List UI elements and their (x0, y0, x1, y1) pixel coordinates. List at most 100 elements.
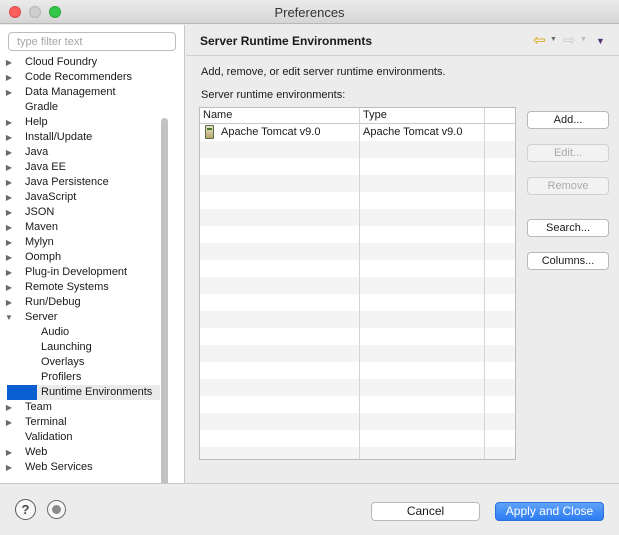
apply-and-close-button[interactable]: Apply and Close (495, 502, 604, 521)
edit-button[interactable]: Edit... (527, 144, 609, 162)
column-header-type[interactable]: Type (363, 109, 387, 121)
collapsed-arrow-icon[interactable]: ▶ (4, 250, 14, 265)
tree-item-remote-systems[interactable]: ▶ Remote Systems (0, 280, 160, 295)
tree-item-label: Overlays (41, 356, 85, 368)
collapsed-arrow-icon[interactable]: ▶ (4, 175, 14, 190)
tree-item-help[interactable]: ▶ Help (0, 115, 160, 130)
collapsed-arrow-icon[interactable]: ▶ (4, 145, 14, 160)
tree-item-profilers[interactable]: Profilers (0, 370, 160, 385)
tree-item-label: Java (25, 146, 49, 158)
tree-item-label: Code Recommenders (25, 71, 132, 83)
table-row[interactable] (200, 192, 515, 209)
collapsed-arrow-icon[interactable]: ▶ (4, 85, 14, 100)
tree-item-run-debug[interactable]: ▶ Run/Debug (0, 295, 160, 310)
column-header-name[interactable]: Name (203, 109, 232, 121)
tree-item-team[interactable]: ▶ Team (0, 400, 160, 415)
table-row[interactable] (200, 379, 515, 396)
help-icon[interactable]: ? (15, 499, 36, 520)
collapsed-arrow-icon[interactable]: ▶ (4, 280, 14, 295)
collapsed-arrow-icon[interactable]: ▶ (4, 445, 14, 460)
forward-arrow-icon[interactable]: ⇨ (563, 31, 576, 49)
table-row[interactable]: Apache Tomcat v9.0 Apache Tomcat v9.0 (200, 124, 515, 141)
column-divider[interactable] (359, 108, 360, 459)
tree-item-launching[interactable]: Launching (0, 340, 160, 355)
page-content: Add, remove, or edit server runtime envi… (186, 57, 619, 483)
tree-item-install-update[interactable]: ▶ Install/Update (0, 130, 160, 145)
collapsed-arrow-icon[interactable]: ▶ (4, 55, 14, 70)
table-row[interactable] (200, 243, 515, 260)
tree-item-code-recommenders[interactable]: ▶ Code Recommenders (0, 70, 160, 85)
tree-item-java-persistence[interactable]: ▶ Java Persistence (0, 175, 160, 190)
back-history-dropdown-icon[interactable]: ▼ (550, 36, 557, 43)
collapsed-arrow-icon[interactable]: ▶ (4, 205, 14, 220)
collapsed-arrow-icon[interactable]: ▶ (4, 265, 14, 280)
search-button[interactable]: Search... (527, 219, 609, 237)
tree-vertical-scrollbar[interactable] (161, 118, 168, 495)
table-row[interactable] (200, 447, 515, 459)
collapsed-arrow-icon[interactable]: ▶ (4, 460, 14, 475)
table-row[interactable] (200, 430, 515, 447)
tree-item-label: JavaScript (25, 191, 77, 203)
view-menu-icon[interactable]: ▼ (596, 36, 605, 46)
tree-item-plug-in-development[interactable]: ▶ Plug-in Development (0, 265, 160, 280)
collapsed-arrow-icon[interactable]: ▶ (4, 295, 14, 310)
tree-item-oomph[interactable]: ▶ Oomph (0, 250, 160, 265)
tree-item-web-services[interactable]: ▶ Web Services (0, 460, 160, 475)
tree-item-java[interactable]: ▶ Java (0, 145, 160, 160)
add-button[interactable]: Add... (527, 111, 609, 129)
columns-button[interactable]: Columns... (527, 252, 609, 270)
expanded-arrow-icon[interactable]: ▼ (4, 310, 14, 325)
collapsed-arrow-icon[interactable]: ▶ (4, 130, 14, 145)
preference-tree[interactable]: ▶ Cloud Foundry ▶ Code Recommenders ▶ Data Ma… (0, 55, 172, 495)
collapsed-arrow-icon[interactable]: ▶ (4, 115, 14, 130)
filter-input[interactable] (8, 32, 176, 51)
tree-item-label: Web (25, 446, 48, 458)
table-row[interactable] (200, 294, 515, 311)
collapsed-arrow-icon[interactable]: ▶ (4, 415, 14, 430)
table-row[interactable] (200, 209, 515, 226)
tree-item-data-management[interactable]: ▶ Data Management (0, 85, 160, 100)
back-arrow-icon[interactable]: ⇦ (533, 31, 546, 49)
collapsed-arrow-icon[interactable]: ▶ (4, 160, 14, 175)
tree-item-gradle[interactable]: Gradle (0, 100, 160, 115)
table-row[interactable] (200, 260, 515, 277)
table-row[interactable] (200, 345, 515, 362)
tree-item-terminal[interactable]: ▶ Terminal (0, 415, 160, 430)
collapsed-arrow-icon[interactable]: ▶ (4, 400, 14, 415)
table-row[interactable] (200, 277, 515, 294)
table-row[interactable] (200, 396, 515, 413)
tree-item-cloud-foundry[interactable]: ▶ Cloud Foundry (0, 55, 160, 70)
cancel-button[interactable]: Cancel (371, 502, 480, 521)
tree-item-validation[interactable]: Validation (0, 430, 160, 445)
tree-item-maven[interactable]: ▶ Maven (0, 220, 160, 235)
table-row[interactable] (200, 328, 515, 345)
collapsed-arrow-icon[interactable]: ▶ (4, 235, 14, 250)
remove-button[interactable]: Remove (527, 177, 609, 195)
column-divider[interactable] (484, 108, 485, 459)
forward-history-dropdown-icon[interactable]: ▼ (580, 36, 587, 43)
tree-item-overlays[interactable]: Overlays (0, 355, 160, 370)
tree-item-label: Java Persistence (25, 176, 109, 188)
tree-item-runtime-environments[interactable]: Runtime Environments (0, 385, 160, 400)
tree-item-json[interactable]: ▶ JSON (0, 205, 160, 220)
collapsed-arrow-icon[interactable]: ▶ (4, 220, 14, 235)
tree-item-mylyn[interactable]: ▶ Mylyn (0, 235, 160, 250)
tree-item-audio[interactable]: Audio (0, 325, 160, 340)
table-row[interactable] (200, 362, 515, 379)
table-row[interactable] (200, 311, 515, 328)
tree-item-web[interactable]: ▶ Web (0, 445, 160, 460)
table-row[interactable] (200, 141, 515, 158)
table-row[interactable] (200, 413, 515, 430)
oomph-record-icon[interactable] (47, 500, 66, 519)
table-row[interactable] (200, 175, 515, 192)
tree-item-javascript[interactable]: ▶ JavaScript (0, 190, 160, 205)
tree-item-label: Java EE (25, 161, 66, 173)
tree-item-java-ee[interactable]: ▶ Java EE (0, 160, 160, 175)
collapsed-arrow-icon[interactable]: ▶ (4, 190, 14, 205)
table-row[interactable] (200, 158, 515, 175)
collapsed-arrow-icon[interactable]: ▶ (4, 70, 14, 85)
runtime-table[interactable]: Name Type Apache Tomcat v9.0 Apache Tomca… (199, 107, 516, 460)
tree-item-server[interactable]: ▼ Server (0, 310, 160, 325)
table-row[interactable] (200, 226, 515, 243)
preference-tree-panel: ▶ Cloud Foundry ▶ Code Recommenders ▶ Data Ma… (0, 25, 185, 503)
